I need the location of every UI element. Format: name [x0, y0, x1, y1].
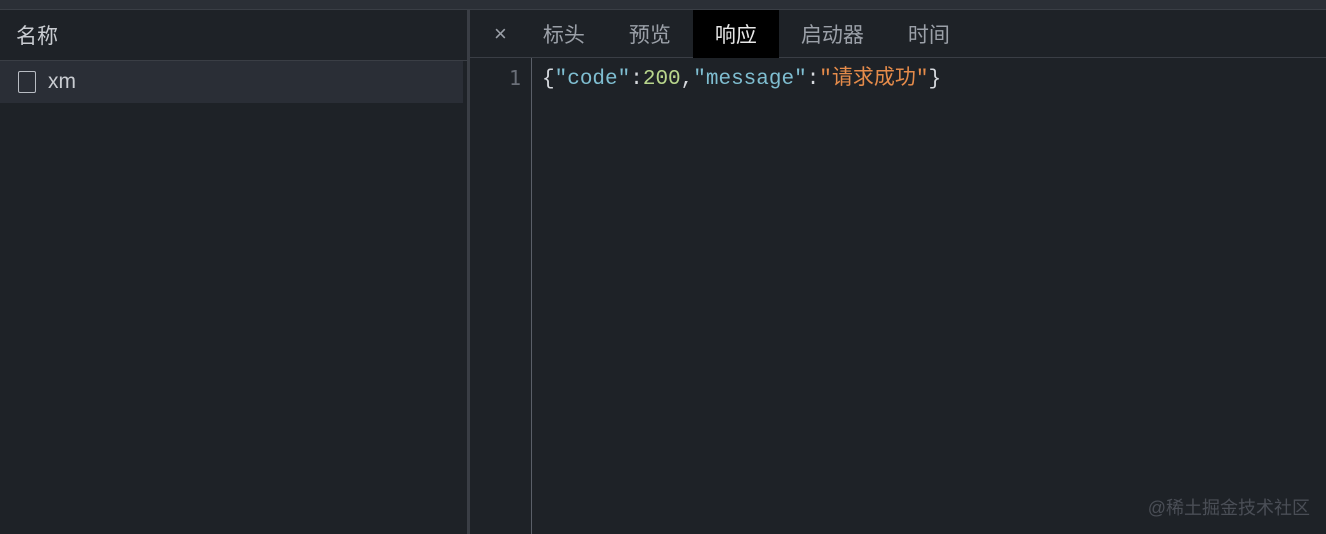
detail-tabs: × 标头 预览 响应 启动器 时间 [470, 10, 1326, 58]
watermark: @稀土掘金技术社区 [1148, 494, 1310, 520]
sidebar-header-name: 名称 [0, 10, 467, 61]
tab-initiator[interactable]: 启动器 [779, 10, 886, 59]
tab-response[interactable]: 响应 [693, 10, 779, 59]
response-code[interactable]: {"code":200,"message":"请求成功"} [532, 58, 1326, 534]
file-icon [18, 71, 36, 93]
content-panel: × 标头 预览 响应 启动器 时间 1 {"code":200,"message… [470, 10, 1326, 534]
line-gutter: 1 [470, 58, 532, 534]
tab-preview[interactable]: 预览 [607, 10, 693, 59]
tab-timing[interactable]: 时间 [886, 10, 972, 59]
close-icon[interactable]: × [480, 21, 521, 47]
request-list: xm [0, 61, 467, 534]
request-name: xm [48, 70, 76, 94]
requests-sidebar: 名称 xm [0, 10, 467, 534]
request-row-xm[interactable]: xm [0, 61, 463, 103]
main-container: 名称 xm × 标头 预览 响应 启动器 时间 1 {"code":200,"m… [0, 10, 1326, 534]
response-body: 1 {"code":200,"message":"请求成功"} [470, 58, 1326, 534]
tab-headers[interactable]: 标头 [521, 10, 607, 59]
line-number: 1 [470, 66, 521, 90]
top-bar [0, 0, 1326, 10]
